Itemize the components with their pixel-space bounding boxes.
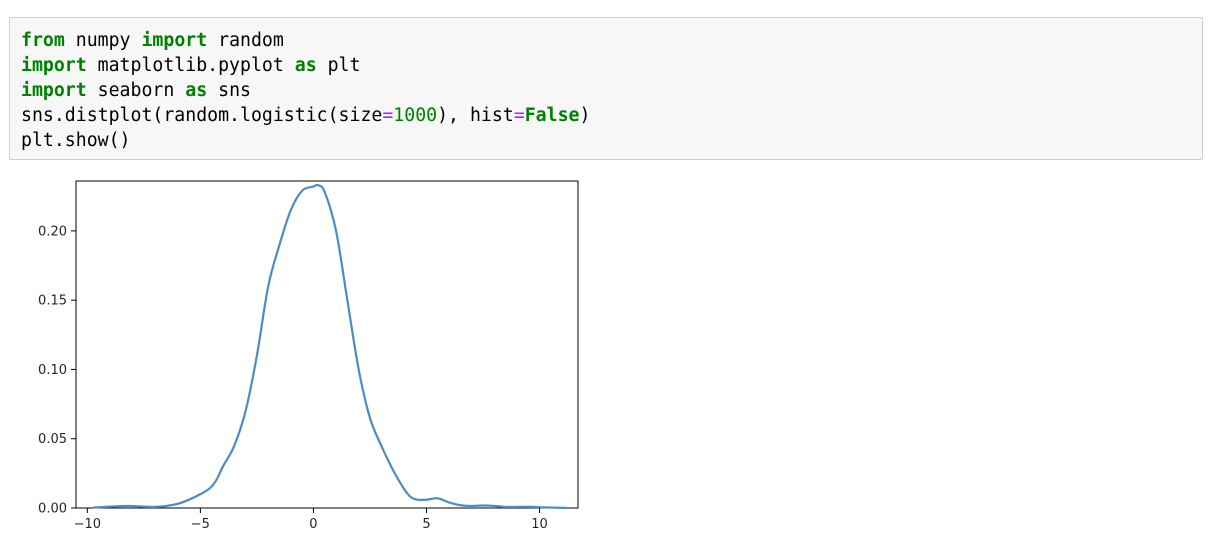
output-area: −10 −5 0 5 10 0.00 0.05 0.10 0.15 0.20: [0, 170, 600, 550]
x-tick-label: 0: [309, 517, 317, 532]
y-tick-label: 0.15: [38, 294, 67, 309]
code-cell[interactable]: from numpy import random import matplotl…: [9, 17, 1203, 160]
kde-line: [92, 183, 568, 509]
code-line: import seaborn as sns: [21, 80, 251, 101]
code-keyword: import: [21, 55, 87, 76]
code-line: import matplotlib.pyplot as plt: [21, 55, 360, 76]
code-line: plt.show(): [21, 130, 131, 151]
code-text: numpy: [64, 30, 142, 51]
code-text: ), hist: [437, 105, 514, 126]
y-tick-label: 0.00: [38, 502, 67, 517]
y-tick-label: 0.20: [38, 224, 67, 239]
code-number: 1000: [393, 105, 438, 126]
y-tick-label: 0.05: [38, 432, 67, 447]
code-text: plt: [316, 55, 361, 76]
code-text: plt.show(): [21, 130, 131, 151]
code-text: random: [207, 30, 284, 51]
code-text: seaborn: [86, 80, 186, 101]
code-input[interactable]: from numpy import random import matplotl…: [21, 28, 590, 153]
code-line: from numpy import random: [21, 30, 284, 51]
x-tick-label: 10: [531, 517, 548, 532]
plot-frame: [75, 180, 579, 509]
code-text: sns: [207, 80, 251, 101]
code-text: ): [579, 105, 591, 126]
code-text: sns.distplot(random.logistic(size: [21, 105, 383, 126]
code-keyword: as: [185, 80, 208, 101]
code-operator: =: [382, 105, 394, 126]
code-keyword: import: [21, 80, 87, 101]
code-keyword: from: [21, 30, 65, 51]
y-tick-label: 0.10: [38, 363, 67, 378]
code-keyword: as: [294, 55, 317, 76]
code-keyword: False: [524, 105, 580, 126]
code-operator: =: [513, 105, 525, 126]
x-tick-label: −5: [191, 517, 210, 532]
code-line: sns.distplot(random.logistic(size=1000),…: [21, 105, 590, 126]
code-text: matplotlib.pyplot: [86, 55, 295, 76]
kde-plot: −10 −5 0 5 10 0.00 0.05 0.10 0.15 0.20: [38, 180, 579, 532]
x-tick-label: 5: [422, 517, 430, 532]
x-tick-label: −10: [74, 517, 101, 532]
code-keyword: import: [141, 30, 208, 51]
